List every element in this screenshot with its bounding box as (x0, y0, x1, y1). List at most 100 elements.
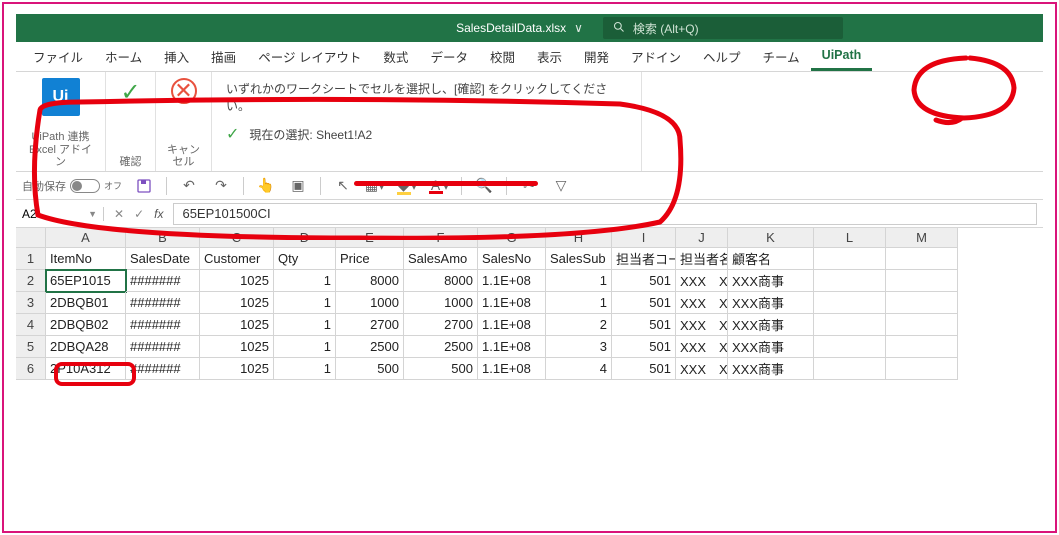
cell[interactable]: 1 (274, 336, 336, 358)
row-head[interactable]: 1 (16, 248, 46, 270)
cell[interactable]: 65EP1015 (46, 270, 126, 292)
tab-addins[interactable]: アドイン (620, 42, 692, 71)
cell[interactable] (814, 270, 886, 292)
cell[interactable]: 2P10A312 (46, 358, 126, 380)
cell[interactable]: XXX XXX (676, 270, 728, 292)
cell[interactable]: Qty (274, 248, 336, 270)
undo-icon[interactable]: ↶ (179, 176, 199, 196)
col-head-G[interactable]: G (478, 228, 546, 248)
cell[interactable]: 1.1E+08 (478, 358, 546, 380)
cell[interactable]: SalesSub (546, 248, 612, 270)
tab-help[interactable]: ヘルプ (692, 42, 752, 71)
col-head-E[interactable]: E (336, 228, 404, 248)
cell[interactable]: 3 (546, 336, 612, 358)
col-head-D[interactable]: D (274, 228, 336, 248)
cell[interactable]: 1000 (336, 292, 404, 314)
uipath-icon[interactable]: Ui (42, 78, 80, 116)
cell[interactable]: 1.1E+08 (478, 336, 546, 358)
cell[interactable]: 1 (546, 292, 612, 314)
name-box[interactable]: A2 ▼ (16, 207, 104, 221)
fill-color-icon[interactable]: ◆▾ (397, 176, 417, 196)
cell[interactable]: XXX XXX (676, 336, 728, 358)
cell[interactable]: 500 (336, 358, 404, 380)
cell[interactable]: XXX商事 (728, 270, 814, 292)
cell[interactable]: XXX商事 (728, 314, 814, 336)
cell[interactable]: XXX XXX (676, 292, 728, 314)
row-head[interactable]: 2 (16, 270, 46, 292)
cell[interactable]: 501 (612, 314, 676, 336)
ribbon-group-confirm[interactable]: ✓ 確認 (106, 72, 156, 171)
tab-draw[interactable]: 描画 (200, 42, 247, 71)
tab-insert[interactable]: 挿入 (153, 42, 200, 71)
redo-icon[interactable]: ↷ (211, 176, 231, 196)
cell[interactable]: ####### (126, 292, 200, 314)
cell[interactable]: 1 (274, 358, 336, 380)
cell[interactable]: 1025 (200, 358, 274, 380)
cell[interactable]: ####### (126, 358, 200, 380)
cell[interactable]: 担当者コー (612, 248, 676, 270)
cell[interactable]: 1 (546, 270, 612, 292)
tab-review[interactable]: 校閲 (479, 42, 526, 71)
cell[interactable]: 501 (612, 270, 676, 292)
cell[interactable] (886, 248, 958, 270)
cell[interactable]: XXX商事 (728, 358, 814, 380)
cell[interactable]: 4 (546, 358, 612, 380)
cell[interactable]: SalesDate (126, 248, 200, 270)
tab-view[interactable]: 表示 (526, 42, 573, 71)
select-all-corner[interactable] (16, 228, 46, 248)
cell[interactable] (814, 336, 886, 358)
cell[interactable]: ItemNo (46, 248, 126, 270)
tab-pagelayout[interactable]: ページ レイアウト (247, 42, 372, 71)
col-head-F[interactable]: F (404, 228, 478, 248)
row-head[interactable]: 6 (16, 358, 46, 380)
tab-formulas[interactable]: 数式 (372, 42, 419, 71)
cell[interactable]: ####### (126, 270, 200, 292)
cell[interactable]: 2700 (336, 314, 404, 336)
cell[interactable]: XXX XXX (676, 314, 728, 336)
cell[interactable]: 2 (546, 314, 612, 336)
cell[interactable] (886, 270, 958, 292)
tab-data[interactable]: データ (419, 42, 479, 71)
cell[interactable]: 501 (612, 336, 676, 358)
cell[interactable]: 1.1E+08 (478, 314, 546, 336)
spreadsheet-grid[interactable]: A B C D E F G H I J K L M 1ItemNoSalesDa… (16, 228, 1043, 380)
col-head-J[interactable]: J (676, 228, 728, 248)
col-head-A[interactable]: A (46, 228, 126, 248)
cell[interactable]: Price (336, 248, 404, 270)
cell[interactable]: 2DBQA28 (46, 336, 126, 358)
screenshot-icon[interactable]: ▣ (288, 176, 308, 196)
cell[interactable]: 2DBQB02 (46, 314, 126, 336)
cell[interactable] (886, 336, 958, 358)
touch-icon[interactable]: 👆 (256, 176, 276, 196)
cell[interactable]: 1 (274, 292, 336, 314)
tab-home[interactable]: ホーム (94, 42, 153, 71)
col-head-M[interactable]: M (886, 228, 958, 248)
zoom-icon[interactable]: 🔍 (474, 176, 494, 196)
col-head-L[interactable]: L (814, 228, 886, 248)
confirm-formula-icon[interactable]: ✓ (134, 207, 144, 221)
cell[interactable]: XXX XXX (676, 358, 728, 380)
cell[interactable]: 1 (274, 314, 336, 336)
row-head[interactable]: 4 (16, 314, 46, 336)
font-color-icon[interactable]: A▾ (429, 176, 449, 196)
cell[interactable]: 8000 (404, 270, 478, 292)
cell[interactable]: 501 (612, 292, 676, 314)
cell[interactable]: 2500 (404, 336, 478, 358)
crop-icon[interactable]: ✂ (519, 176, 539, 196)
border-icon[interactable]: ▦▾ (365, 176, 385, 196)
cell[interactable]: 2DBQB01 (46, 292, 126, 314)
col-head-I[interactable]: I (612, 228, 676, 248)
cancel-formula-icon[interactable]: ✕ (114, 207, 124, 221)
fx-icon[interactable]: fx (154, 207, 163, 221)
col-head-H[interactable]: H (546, 228, 612, 248)
search-input[interactable]: 検索 (Alt+Q) (603, 17, 843, 39)
cell[interactable]: ####### (126, 314, 200, 336)
cell[interactable]: 1025 (200, 336, 274, 358)
cell[interactable]: 1025 (200, 314, 274, 336)
tab-developer[interactable]: 開発 (573, 42, 620, 71)
cell[interactable] (886, 314, 958, 336)
title-dropdown-icon[interactable]: ∨ (574, 21, 583, 35)
cell[interactable] (886, 292, 958, 314)
cell[interactable] (886, 358, 958, 380)
cell[interactable]: 顧客名 (728, 248, 814, 270)
